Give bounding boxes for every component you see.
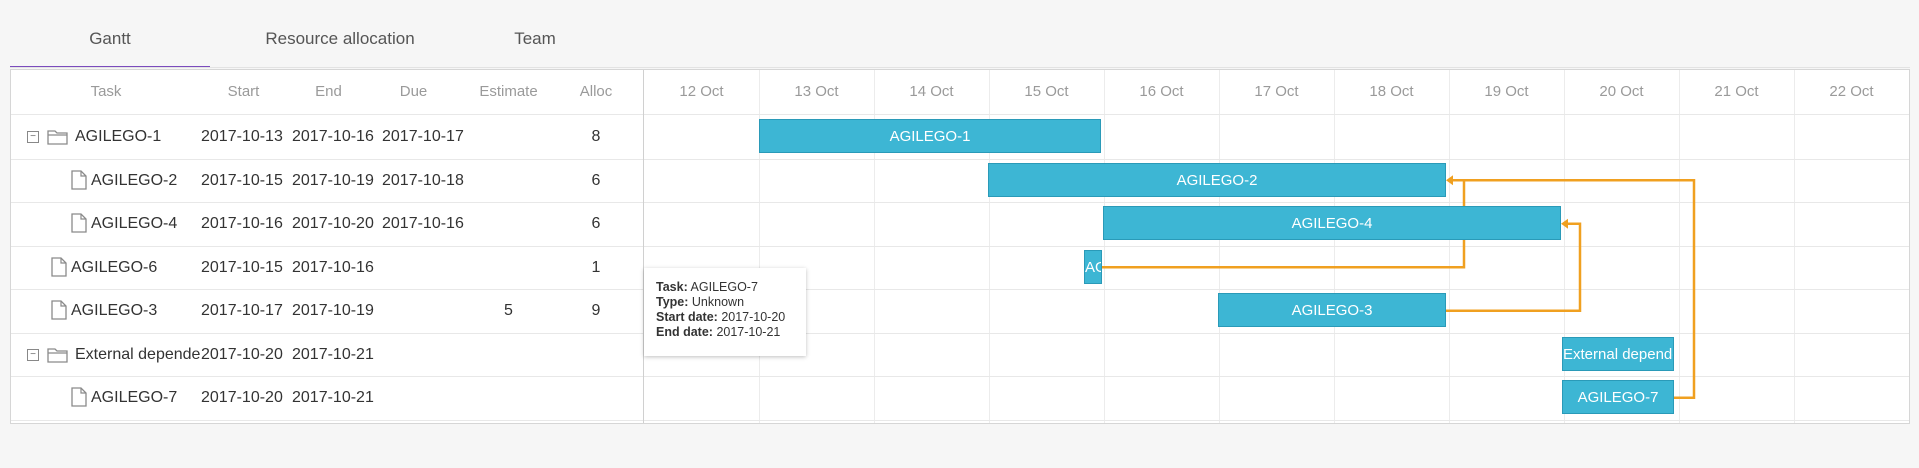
table-row[interactable]: − External dependencies2017-10-20 2017-10-… bbox=[11, 333, 643, 376]
file-icon bbox=[51, 256, 67, 282]
column-header-task[interactable]: Task bbox=[11, 70, 201, 114]
tooltip-task-value: AGILEGO-7 bbox=[690, 280, 758, 294]
end-date: 2017-10-21 bbox=[292, 389, 374, 406]
collapse-toggle[interactable]: − bbox=[27, 348, 39, 361]
table-row[interactable]: AGILEGO-2 2017-10-15 2017-10-19 2017-10-18 6 bbox=[11, 159, 643, 202]
task-bar[interactable]: AGILEGO-6 bbox=[1084, 249, 1102, 284]
tab-resource-allocation[interactable]: Resource allocation bbox=[220, 0, 460, 66]
due-date bbox=[382, 289, 472, 332]
task-bar[interactable]: AGILEGO-1 bbox=[759, 119, 1101, 153]
file-icon bbox=[71, 213, 87, 238]
start-date: 2017-10-16 bbox=[201, 215, 283, 232]
estimate-value bbox=[466, 202, 551, 245]
tooltip-task-label: Task: bbox=[656, 280, 688, 294]
task-bar[interactable]: AGILEGO-4 bbox=[1103, 206, 1561, 240]
end-date: 2017-10-20 bbox=[292, 215, 374, 232]
alloc-value: 6 bbox=[591, 171, 601, 189]
due-date bbox=[382, 246, 472, 289]
estimate-value bbox=[466, 115, 551, 158]
due-date bbox=[382, 376, 472, 419]
collapse-toggle[interactable]: − bbox=[27, 131, 39, 143]
task-name: AGILEGO-6 bbox=[71, 258, 158, 276]
end-date: 2017-10-16 bbox=[292, 258, 374, 276]
task-tooltip: Task: AGILEGO-7 Type: Unknown Start date… bbox=[644, 268, 806, 356]
alloc-value: 1 bbox=[591, 258, 601, 276]
table-row[interactable]: AGILEGO-4 2017-10-16 2017-10-20 2017-10-16 6 bbox=[11, 202, 643, 245]
estimate-value bbox=[466, 246, 551, 289]
task-name: External dependencies bbox=[75, 345, 201, 363]
tooltip-start-label: Start date: bbox=[656, 310, 718, 324]
gantt-chart: 12 Oct 13 Oct 14 Oct 15 Oct 16 Oct 17 Oct 18 O… bbox=[644, 70, 1909, 423]
tooltip-start-value: 2017-10-20 bbox=[721, 310, 786, 324]
alloc-value: 8 bbox=[591, 128, 601, 145]
task-bar[interactable]: AGILEGO-2 bbox=[988, 162, 1446, 197]
alloc-value: 9 bbox=[591, 302, 601, 319]
start-date: 2017-10-20 bbox=[201, 389, 283, 406]
alloc-value bbox=[551, 333, 641, 376]
task-bar[interactable]: AGILEGO-7 bbox=[1562, 380, 1674, 414]
tooltip-end-label: End date: bbox=[656, 325, 713, 339]
row-divider bbox=[11, 419, 643, 421]
start-date: 2017-10-15 bbox=[201, 258, 283, 276]
end-date: 2017-10-21 bbox=[292, 345, 374, 363]
gantt-panel: Task Start End Due Estimate Alloc − AGILE… bbox=[10, 69, 1910, 424]
due-date: 2017-10-18 bbox=[382, 171, 464, 189]
estimate-value bbox=[466, 333, 551, 376]
column-header-estimate[interactable]: Estimate bbox=[466, 70, 551, 114]
column-header-end[interactable]: End bbox=[286, 70, 371, 114]
tooltip-type-label: Type: bbox=[656, 295, 689, 309]
end-date: 2017-10-19 bbox=[292, 302, 374, 319]
task-bar[interactable]: AGILEGO-3 bbox=[1218, 293, 1446, 327]
dependency-arrow bbox=[1561, 218, 1568, 229]
table-row[interactable]: − AGILEGO-1 2017-10-13 2017-10-16 2017-10-17… bbox=[11, 115, 643, 158]
tab-gantt[interactable]: Gantt bbox=[10, 0, 210, 68]
folder-icon bbox=[47, 128, 69, 151]
due-date bbox=[382, 333, 472, 376]
estimate-value bbox=[466, 376, 551, 419]
tooltip-type-value: Unknown bbox=[691, 295, 745, 309]
start-date: 2017-10-20 bbox=[201, 345, 283, 363]
start-date: 2017-10-13 bbox=[201, 128, 283, 145]
task-name: AGILEGO-2 bbox=[91, 171, 178, 189]
start-date: 2017-10-15 bbox=[201, 171, 283, 189]
tab-team[interactable]: Team bbox=[450, 0, 620, 66]
column-header-alloc[interactable]: Alloc bbox=[551, 70, 641, 114]
tab-divider bbox=[10, 67, 1910, 68]
folder-icon bbox=[47, 346, 69, 369]
column-header-due[interactable]: Due bbox=[371, 70, 456, 114]
task-name: AGILEGO-7 bbox=[91, 389, 178, 406]
table-row[interactable]: AGILEGO-7 2017-10-20 2017-10-21 bbox=[11, 376, 643, 419]
column-header-start[interactable]: Start bbox=[201, 70, 286, 114]
alloc-value: 6 bbox=[591, 215, 601, 232]
end-date: 2017-10-16 bbox=[292, 128, 374, 145]
alloc-value bbox=[551, 376, 641, 419]
estimate-value: 5 bbox=[504, 302, 513, 319]
due-date: 2017-10-16 bbox=[382, 215, 464, 232]
file-icon bbox=[71, 387, 87, 412]
task-grid: Task Start End Due Estimate Alloc − AGILE… bbox=[11, 70, 644, 423]
table-row[interactable]: AGILEGO-3 2017-10-17 2017-10-19 5 9 bbox=[11, 289, 643, 332]
tooltip-end-value: 2017-10-21 bbox=[716, 325, 781, 339]
due-date: 2017-10-17 bbox=[382, 128, 464, 145]
task-bar[interactable]: External dependencies bbox=[1562, 336, 1674, 371]
start-date: 2017-10-17 bbox=[201, 302, 283, 319]
tab-bar: Gantt Resource allocation Team bbox=[10, 0, 1910, 68]
task-name: AGILEGO-4 bbox=[91, 215, 178, 232]
file-icon bbox=[71, 169, 87, 195]
table-row[interactable]: AGILEGO-6 2017-10-15 2017-10-16 1 bbox=[11, 246, 643, 289]
file-icon bbox=[51, 300, 67, 325]
end-date: 2017-10-19 bbox=[292, 171, 374, 189]
estimate-value bbox=[466, 159, 551, 202]
task-name: AGILEGO-1 bbox=[75, 128, 162, 145]
task-name: AGILEGO-3 bbox=[71, 302, 158, 319]
